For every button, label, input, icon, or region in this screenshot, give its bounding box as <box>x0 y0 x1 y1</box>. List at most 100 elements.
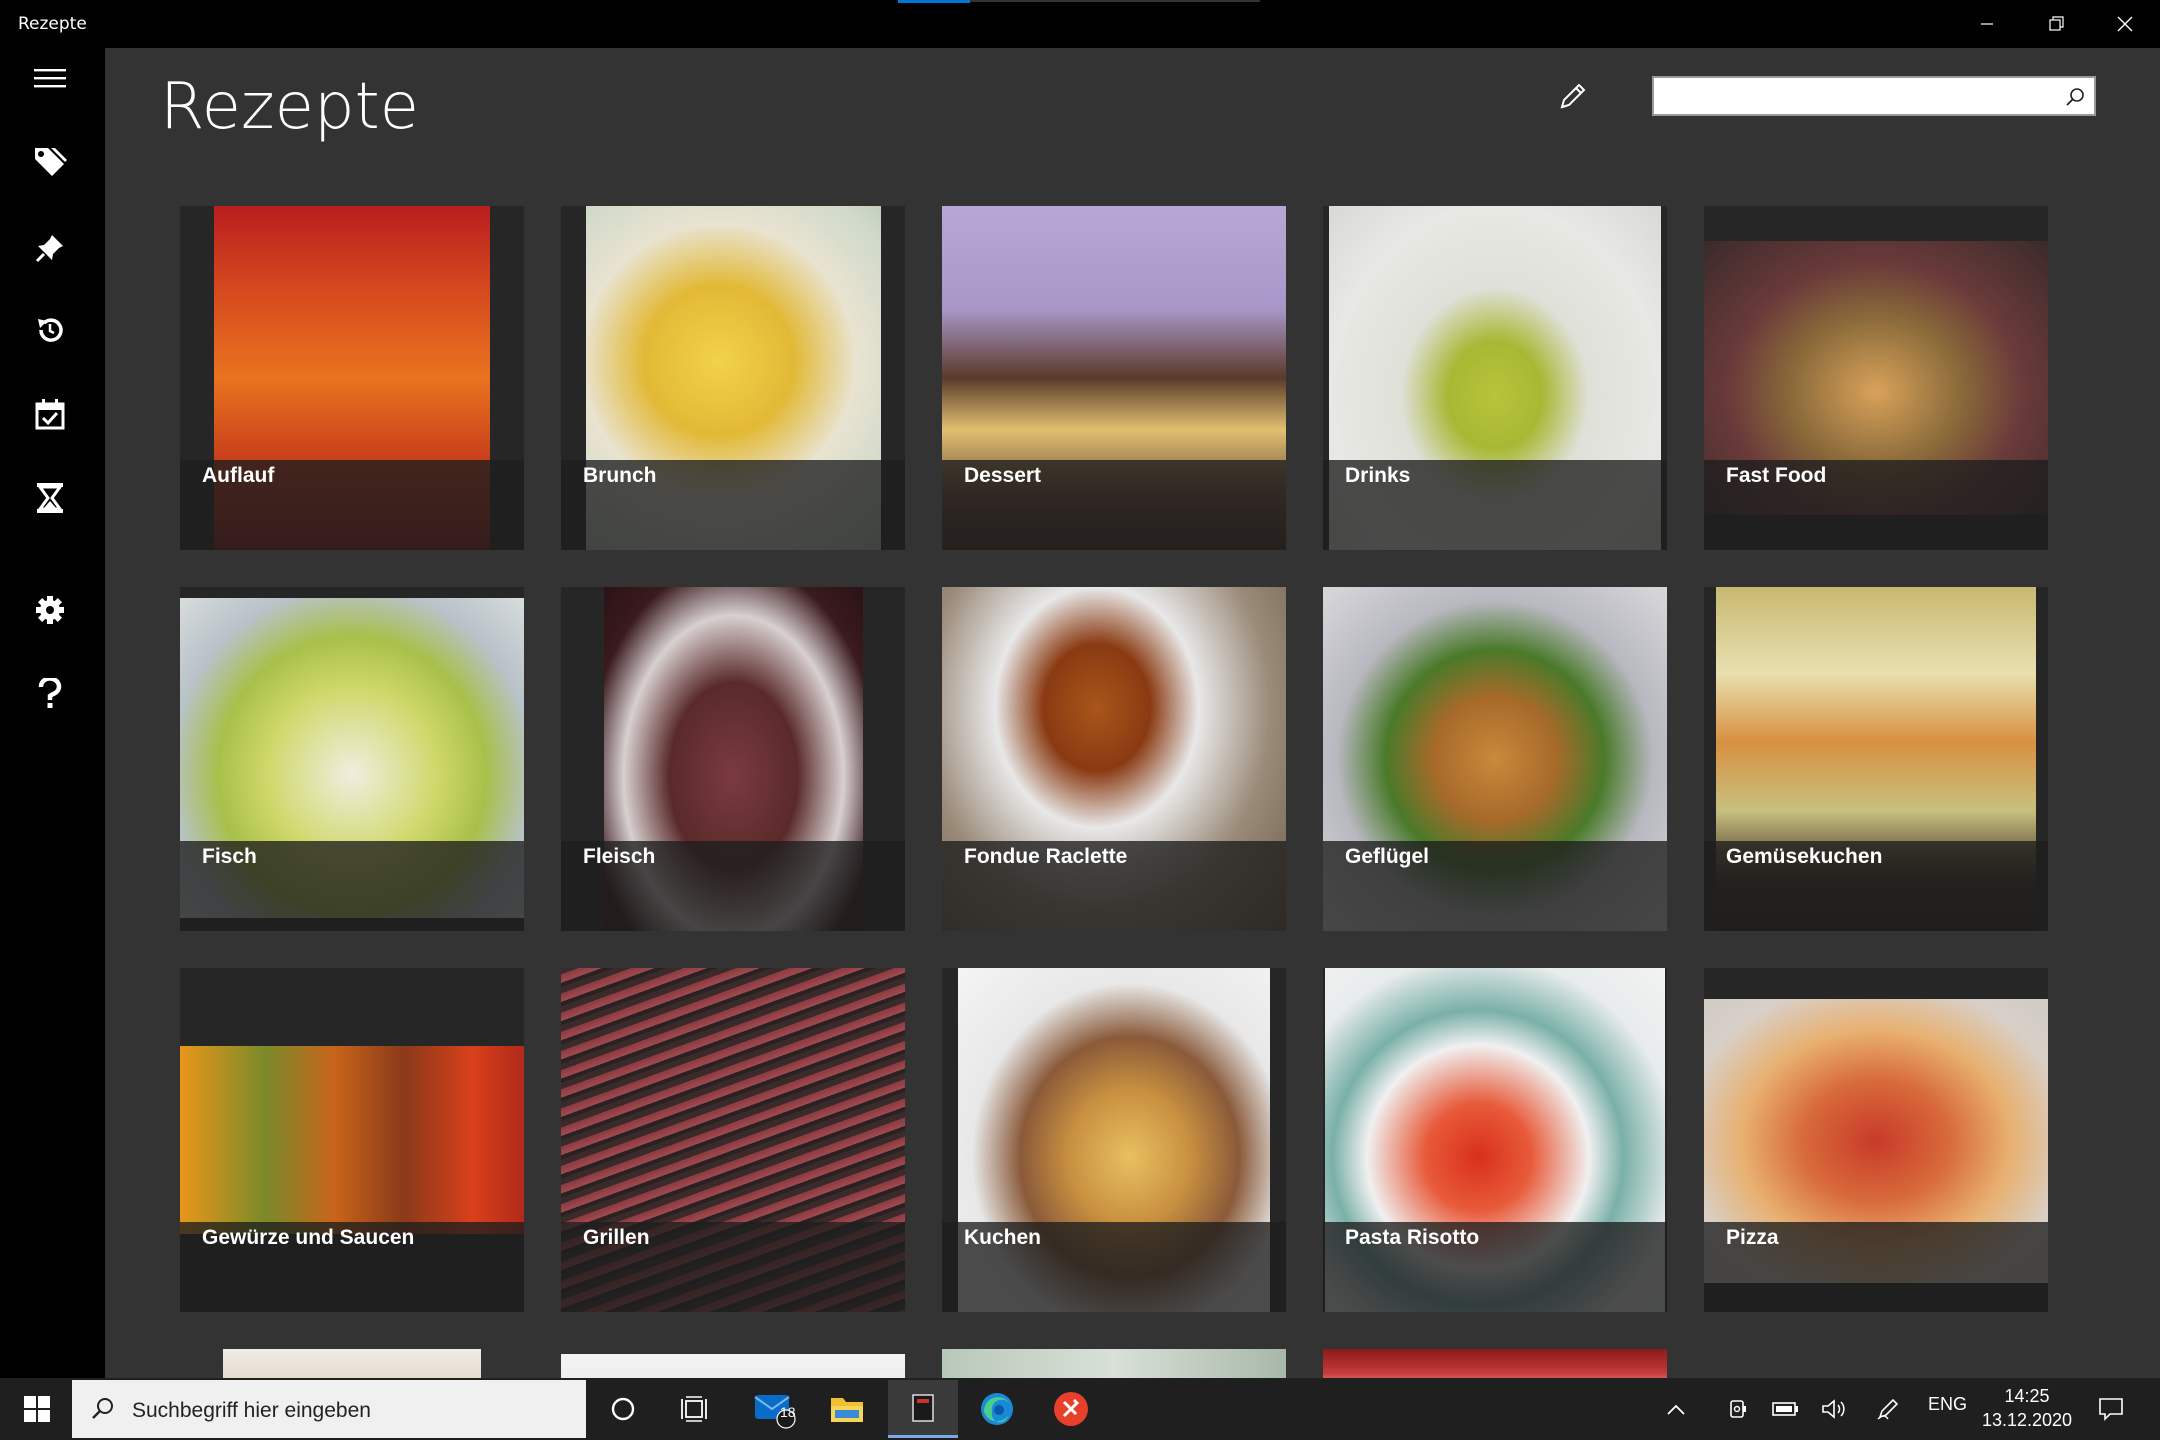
category-label: Fleisch <box>583 845 656 868</box>
edit-button[interactable] <box>1547 72 1597 122</box>
category-label: Fisch <box>202 845 257 868</box>
taskbar-search-placeholder: Suchbegriff hier eingeben <box>132 1399 371 1422</box>
category-tile-dessert[interactable]: Dessert <box>942 206 1286 550</box>
category-tile-fondue-raclette[interactable]: Fondue Raclette <box>942 587 1286 931</box>
clock[interactable]: 14:25 13.12.2020 <box>1980 1384 2074 1434</box>
mail-badge: 18 <box>780 1404 796 1420</box>
taskbar: Suchbegriff hier eingeben 18 ENG 14:25 1… <box>0 1378 2160 1440</box>
taskbar-app-edge[interactable] <box>962 1380 1032 1438</box>
language-indicator[interactable]: ENG <box>1928 1394 1967 1415</box>
gewuerze-und-saucen-image <box>180 1046 524 1234</box>
start-button[interactable] <box>2 1380 72 1438</box>
tray-battery-button[interactable] <box>1766 1380 1806 1438</box>
category-tile-kuchen[interactable]: Kuchen <box>942 968 1286 1312</box>
search-icon <box>2066 88 2084 106</box>
category-label: Fast Food <box>1726 464 1827 487</box>
category-label: Pasta Risotto <box>1345 1226 1480 1249</box>
category-tile-partial[interactable] <box>561 1349 905 1378</box>
category-tile-gefluegel[interactable]: Geflügel <box>1323 587 1667 931</box>
category-label: Grillen <box>583 1226 650 1249</box>
search-icon <box>92 1398 113 1419</box>
category-label: Fondue Raclette <box>964 845 1128 868</box>
category-tile-fleisch[interactable]: Fleisch <box>561 587 905 931</box>
category-tile-partial[interactable] <box>180 1349 524 1378</box>
gear-icon <box>36 596 64 624</box>
task-view-icon <box>681 1396 707 1422</box>
battery-icon <box>1772 1402 1798 1416</box>
tray-device-button[interactable] <box>1718 1380 1758 1438</box>
sidebar-item-history[interactable] <box>22 302 78 358</box>
tags-icon <box>35 148 67 176</box>
sidebar-item-pinned[interactable] <box>22 220 78 276</box>
rezepte-app-icon <box>912 1393 934 1422</box>
help-icon <box>38 678 62 708</box>
taskbar-search[interactable]: Suchbegriff hier eingeben <box>72 1380 586 1438</box>
category-tile-gewuerze-und-saucen[interactable]: Gewürze und Saucen <box>180 968 524 1312</box>
chevron-up-icon <box>1667 1404 1685 1415</box>
sidebar-item-calendar[interactable] <box>22 386 78 442</box>
window-title: Rezepte <box>18 14 87 34</box>
folder-icon <box>831 1398 863 1422</box>
hourglass-icon <box>37 483 63 513</box>
action-center-button[interactable] <box>2086 1380 2136 1438</box>
category-tile-auflauf[interactable]: Auflauf <box>180 206 524 550</box>
volume-icon <box>1822 1399 1845 1419</box>
clock-date: 13.12.2020 <box>1981 1410 2073 1430</box>
page-title: Rezepte <box>160 70 420 144</box>
pencil-icon <box>1560 83 1586 109</box>
pen-icon <box>1877 1398 1899 1420</box>
taskbar-app-mail[interactable]: 18 <box>740 1380 810 1438</box>
device-icon <box>1730 1400 1746 1418</box>
search-button[interactable] <box>2062 84 2088 110</box>
remote-app-icon <box>1054 1392 1088 1426</box>
close-icon <box>2117 16 2133 32</box>
cortana-icon <box>611 1397 635 1421</box>
category-tile-partial[interactable] <box>942 1349 1286 1378</box>
restore-icon <box>2049 16 2064 31</box>
title-scroll-indicator <box>970 0 1260 2</box>
tray-volume-button[interactable] <box>1814 1380 1854 1438</box>
sidebar <box>0 48 104 1378</box>
sidebar-item-menu[interactable] <box>22 50 78 106</box>
restore-button[interactable] <box>2022 0 2092 48</box>
category-tile-pasta-risotto[interactable]: Pasta Risotto <box>1323 968 1667 1312</box>
category-label: Geflügel <box>1345 845 1430 868</box>
sidebar-item-settings[interactable] <box>22 582 78 638</box>
sidebar-item-help[interactable] <box>22 666 78 722</box>
tray-overflow-button[interactable] <box>1656 1380 1696 1438</box>
category-label: Kuchen <box>964 1226 1042 1249</box>
category-tile-gemuesekuchen[interactable]: Gemüsekuchen <box>1704 587 2048 931</box>
minimize-icon <box>1981 23 1993 25</box>
category-label: Dessert <box>964 464 1042 487</box>
category-tile-drinks[interactable]: Drinks <box>1323 206 1667 550</box>
category-label: Drinks <box>1345 464 1411 487</box>
category-label: Auflauf <box>202 464 275 487</box>
history-icon <box>38 318 63 342</box>
tray-pen-button[interactable] <box>1868 1380 1908 1438</box>
close-button[interactable] <box>2090 0 2160 48</box>
category-label: Gewürze und Saucen <box>202 1226 415 1249</box>
cortana-button[interactable] <box>588 1380 658 1438</box>
title-bar: Rezepte <box>0 0 2160 48</box>
category-label: Gemüsekuchen <box>1726 845 1883 868</box>
category-tile-pizza[interactable]: Pizza <box>1704 968 2048 1312</box>
sidebar-item-tags[interactable] <box>22 134 78 190</box>
calendar-check-icon <box>35 399 65 430</box>
category-tile-fisch[interactable]: Fisch <box>180 587 524 931</box>
category-label: Pizza <box>1726 1226 1779 1249</box>
hamburger-icon <box>34 69 66 88</box>
title-accent-bar <box>898 0 970 3</box>
taskbar-app-rezepte[interactable] <box>888 1380 958 1438</box>
task-view-button[interactable] <box>660 1380 730 1438</box>
category-tile-brunch[interactable]: Brunch <box>561 206 905 550</box>
category-tile-partial[interactable] <box>1323 1349 1667 1378</box>
category-tile-fast-food[interactable]: Fast Food <box>1704 206 2048 550</box>
sidebar-item-timer[interactable] <box>22 470 78 526</box>
main-content: Rezepte Auflauf Brunch Dessert Drinks Fa… <box>105 48 2160 1378</box>
taskbar-app-explorer[interactable] <box>812 1380 882 1438</box>
category-tile-grillen[interactable]: Grillen <box>561 968 905 1312</box>
minimize-button[interactable] <box>1952 0 2022 48</box>
search-input[interactable] <box>1660 78 2044 114</box>
edge-icon <box>981 1393 1013 1425</box>
taskbar-app-remote[interactable] <box>1036 1380 1106 1438</box>
